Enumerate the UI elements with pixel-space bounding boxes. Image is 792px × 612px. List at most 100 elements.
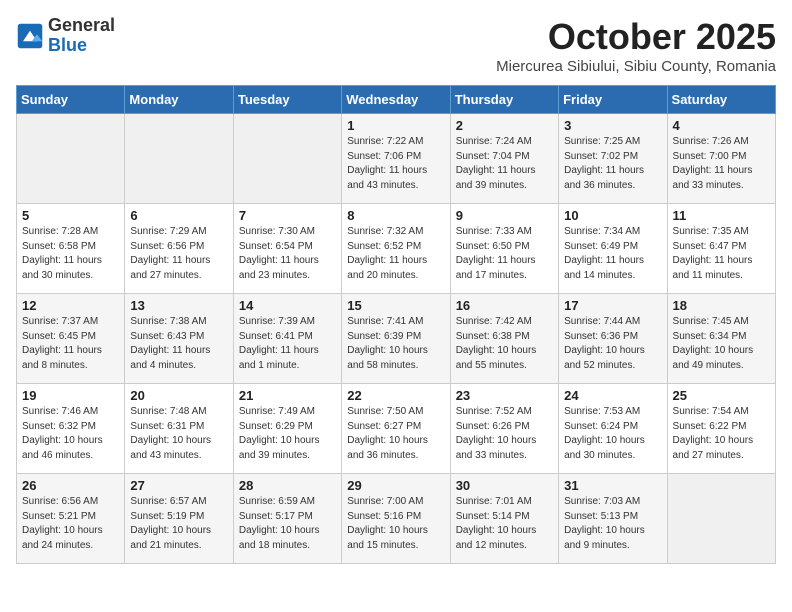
day-cell: 17 Sunrise: 7:44 AM Sunset: 6:36 PM Dayli…	[559, 294, 667, 384]
day-info: Sunrise: 7:00 AM Sunset: 5:16 PM Dayligh…	[347, 495, 444, 553]
week-row-3: 12 Sunrise: 7:37 AM Sunset: 6:45 PM Dayli…	[17, 294, 776, 384]
day-number: 21	[239, 388, 336, 403]
day-cell: 23 Sunrise: 7:52 AM Sunset: 6:26 PM Dayli…	[450, 384, 558, 474]
day-number: 7	[239, 208, 336, 223]
day-info: Sunrise: 7:54 AM Sunset: 6:22 PM Dayligh…	[673, 405, 770, 463]
day-cell	[125, 114, 233, 204]
day-number: 19	[22, 388, 119, 403]
logo-icon	[16, 22, 44, 50]
day-number: 20	[130, 388, 227, 403]
day-info: Sunrise: 6:59 AM Sunset: 5:17 PM Dayligh…	[239, 495, 336, 553]
day-cell: 3Sunrise: 7:25 AM Sunset: 7:02 PM Daylig…	[559, 114, 667, 204]
day-info: Sunrise: 7:33 AM Sunset: 6:50 PM Dayligh…	[456, 225, 553, 283]
location: Miercurea Sibiului, Sibiu County, Romani…	[496, 58, 776, 75]
day-info: Sunrise: 7:26 AM Sunset: 7:00 PM Dayligh…	[673, 135, 770, 193]
day-number: 4	[673, 118, 770, 133]
day-cell	[17, 114, 125, 204]
calendar-table: SundayMondayTuesdayWednesdayThursdayFrid…	[16, 85, 776, 564]
day-header-saturday: Saturday	[667, 86, 775, 114]
page-header: General Blue October 2025 Miercurea Sibi…	[16, 16, 776, 75]
day-cell: 13Sunrise: 7:38 AM Sunset: 6:43 PM Dayli…	[125, 294, 233, 384]
day-cell: 26 Sunrise: 6:56 AM Sunset: 5:21 PM Dayli…	[17, 474, 125, 564]
day-header-monday: Monday	[125, 86, 233, 114]
day-cell: 19 Sunrise: 7:46 AM Sunset: 6:32 PM Dayli…	[17, 384, 125, 474]
logo-blue: Blue	[48, 36, 115, 56]
day-info: Sunrise: 7:30 AM Sunset: 6:54 PM Dayligh…	[239, 225, 336, 283]
day-number: 23	[456, 388, 553, 403]
day-info: Sunrise: 7:22 AM Sunset: 7:06 PM Dayligh…	[347, 135, 444, 193]
day-info: Sunrise: 7:50 AM Sunset: 6:27 PM Dayligh…	[347, 405, 444, 463]
day-cell: 16 Sunrise: 7:42 AM Sunset: 6:38 PM Dayli…	[450, 294, 558, 384]
day-number: 9	[456, 208, 553, 223]
day-number: 14	[239, 298, 336, 313]
day-cell: 28 Sunrise: 6:59 AM Sunset: 5:17 PM Dayli…	[233, 474, 341, 564]
day-cell: 22Sunrise: 7:50 AM Sunset: 6:27 PM Dayli…	[342, 384, 450, 474]
day-cell: 6 Sunrise: 7:29 AM Sunset: 6:56 PM Daylig…	[125, 204, 233, 294]
day-info: Sunrise: 7:37 AM Sunset: 6:45 PM Dayligh…	[22, 315, 119, 373]
day-info: Sunrise: 7:46 AM Sunset: 6:32 PM Dayligh…	[22, 405, 119, 463]
day-number: 18	[673, 298, 770, 313]
day-info: Sunrise: 7:32 AM Sunset: 6:52 PM Dayligh…	[347, 225, 444, 283]
day-number: 28	[239, 478, 336, 493]
day-number: 26	[22, 478, 119, 493]
day-number: 31	[564, 478, 661, 493]
day-info: Sunrise: 7:49 AM Sunset: 6:29 PM Dayligh…	[239, 405, 336, 463]
day-cell: 31Sunrise: 7:03 AM Sunset: 5:13 PM Dayli…	[559, 474, 667, 564]
day-cell: 8 Sunrise: 7:32 AM Sunset: 6:52 PM Daylig…	[342, 204, 450, 294]
logo-text: General Blue	[48, 16, 115, 56]
day-info: Sunrise: 7:29 AM Sunset: 6:56 PM Dayligh…	[130, 225, 227, 283]
day-cell: 5 Sunrise: 7:28 AM Sunset: 6:58 PM Daylig…	[17, 204, 125, 294]
week-row-1: 1 Sunrise: 7:22 AM Sunset: 7:06 PM Daylig…	[17, 114, 776, 204]
day-number: 29	[347, 478, 444, 493]
day-number: 15	[347, 298, 444, 313]
day-number: 2	[456, 118, 553, 133]
day-cell	[233, 114, 341, 204]
day-number: 25	[673, 388, 770, 403]
day-number: 8	[347, 208, 444, 223]
logo: General Blue	[16, 16, 115, 56]
day-cell: 18Sunrise: 7:45 AM Sunset: 6:34 PM Dayli…	[667, 294, 775, 384]
day-number: 30	[456, 478, 553, 493]
day-cell: 15 Sunrise: 7:41 AM Sunset: 6:39 PM Dayli…	[342, 294, 450, 384]
day-number: 13	[130, 298, 227, 313]
day-header-wednesday: Wednesday	[342, 86, 450, 114]
day-cell: 24Sunrise: 7:53 AM Sunset: 6:24 PM Dayli…	[559, 384, 667, 474]
month-title: October 2025	[496, 16, 776, 58]
week-row-5: 26 Sunrise: 6:56 AM Sunset: 5:21 PM Dayli…	[17, 474, 776, 564]
day-info: Sunrise: 7:35 AM Sunset: 6:47 PM Dayligh…	[673, 225, 770, 283]
day-cell: 11 Sunrise: 7:35 AM Sunset: 6:47 PM Dayli…	[667, 204, 775, 294]
day-number: 12	[22, 298, 119, 313]
day-number: 17	[564, 298, 661, 313]
day-number: 11	[673, 208, 770, 223]
title-section: October 2025 Miercurea Sibiului, Sibiu C…	[496, 16, 776, 75]
day-header-tuesday: Tuesday	[233, 86, 341, 114]
day-info: Sunrise: 6:57 AM Sunset: 5:19 PM Dayligh…	[130, 495, 227, 553]
day-info: Sunrise: 7:01 AM Sunset: 5:14 PM Dayligh…	[456, 495, 553, 553]
day-header-friday: Friday	[559, 86, 667, 114]
day-number: 5	[22, 208, 119, 223]
day-cell: 29 Sunrise: 7:00 AM Sunset: 5:16 PM Dayli…	[342, 474, 450, 564]
day-info: Sunrise: 7:42 AM Sunset: 6:38 PM Dayligh…	[456, 315, 553, 373]
day-cell: 9 Sunrise: 7:33 AM Sunset: 6:50 PM Daylig…	[450, 204, 558, 294]
day-info: Sunrise: 7:39 AM Sunset: 6:41 PM Dayligh…	[239, 315, 336, 373]
day-number: 1	[347, 118, 444, 133]
day-cell: 10Sunrise: 7:34 AM Sunset: 6:49 PM Dayli…	[559, 204, 667, 294]
day-cell: 7 Sunrise: 7:30 AM Sunset: 6:54 PM Daylig…	[233, 204, 341, 294]
day-info: Sunrise: 7:24 AM Sunset: 7:04 PM Dayligh…	[456, 135, 553, 193]
day-cell: 27Sunrise: 6:57 AM Sunset: 5:19 PM Dayli…	[125, 474, 233, 564]
day-cell	[667, 474, 775, 564]
day-header-sunday: Sunday	[17, 86, 125, 114]
day-info: Sunrise: 7:41 AM Sunset: 6:39 PM Dayligh…	[347, 315, 444, 373]
day-cell: 14 Sunrise: 7:39 AM Sunset: 6:41 PM Dayli…	[233, 294, 341, 384]
day-number: 16	[456, 298, 553, 313]
day-cell: 30 Sunrise: 7:01 AM Sunset: 5:14 PM Dayli…	[450, 474, 558, 564]
day-number: 6	[130, 208, 227, 223]
day-cell: 20Sunrise: 7:48 AM Sunset: 6:31 PM Dayli…	[125, 384, 233, 474]
week-row-4: 19 Sunrise: 7:46 AM Sunset: 6:32 PM Dayli…	[17, 384, 776, 474]
day-info: Sunrise: 6:56 AM Sunset: 5:21 PM Dayligh…	[22, 495, 119, 553]
day-cell: 4 Sunrise: 7:26 AM Sunset: 7:00 PM Daylig…	[667, 114, 775, 204]
day-cell: 25 Sunrise: 7:54 AM Sunset: 6:22 PM Dayli…	[667, 384, 775, 474]
day-info: Sunrise: 7:28 AM Sunset: 6:58 PM Dayligh…	[22, 225, 119, 283]
day-info: Sunrise: 7:44 AM Sunset: 6:36 PM Dayligh…	[564, 315, 661, 373]
day-info: Sunrise: 7:52 AM Sunset: 6:26 PM Dayligh…	[456, 405, 553, 463]
